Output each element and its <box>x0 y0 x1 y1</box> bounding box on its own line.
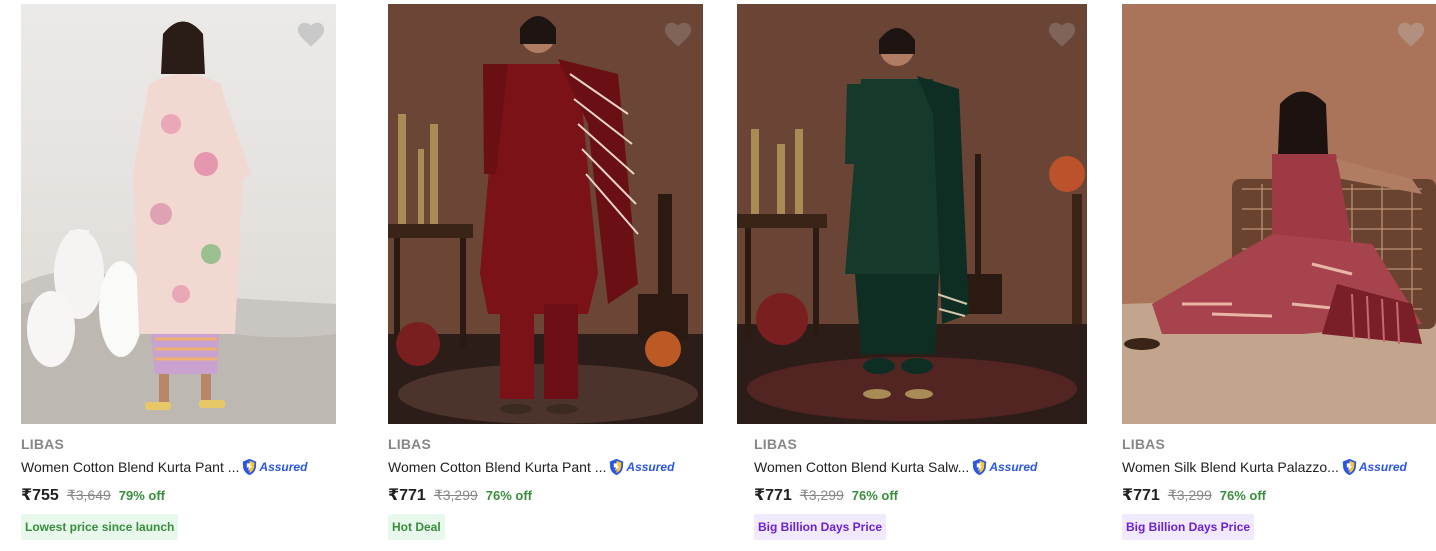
discount-percent: 76% off <box>485 488 533 503</box>
assured-label: Assured <box>1358 460 1407 474</box>
selling-price: ₹771 <box>1122 487 1160 504</box>
product-card[interactable]: LIBAS Women Cotton Blend Kurta Pant ... … <box>21 4 336 540</box>
wishlist-heart-icon[interactable] <box>296 20 326 48</box>
product-title[interactable]: Women Cotton Blend Kurta Pant ... <box>388 457 606 477</box>
original-price: ₹3,649 <box>66 487 111 503</box>
product-title[interactable]: Women Cotton Blend Kurta Pant ... <box>21 457 239 477</box>
assured-label: Assured <box>989 460 1038 474</box>
product-brand: LIBAS <box>388 436 431 452</box>
title-row: Women Silk Blend Kurta Palazzo... Assure… <box>1122 457 1436 477</box>
product-image[interactable] <box>388 4 703 424</box>
wishlist-heart-icon[interactable] <box>663 20 693 48</box>
discount-percent: 76% off <box>851 488 899 503</box>
product-photo <box>1122 4 1436 424</box>
price-row: ₹771 ₹3,299 76% off <box>388 485 708 505</box>
assured-shield-icon <box>973 458 987 476</box>
product-photo <box>21 4 336 424</box>
deal-tag: Big Billion Days Price <box>754 514 887 540</box>
price-row: ₹755 ₹3,649 79% off <box>21 485 341 505</box>
original-price: ₹3,299 <box>1167 487 1212 503</box>
product-info: LIBAS Women Cotton Blend Kurta Pant ... … <box>388 435 708 540</box>
wishlist-heart-icon[interactable] <box>1047 20 1077 48</box>
product-card[interactable]: LIBAS Women Cotton Blend Kurta Salw... A… <box>737 4 1087 540</box>
product-image[interactable] <box>1122 4 1436 424</box>
product-card[interactable]: LIBAS Women Cotton Blend Kurta Pant ... … <box>388 4 703 540</box>
assured-label: Assured <box>259 460 308 474</box>
selling-price: ₹755 <box>21 487 59 504</box>
assured-badge: Assured <box>241 458 307 476</box>
original-price: ₹3,299 <box>799 487 844 503</box>
assured-shield-icon <box>610 458 624 476</box>
product-title[interactable]: Women Silk Blend Kurta Palazzo... <box>1122 457 1339 477</box>
title-row: Women Cotton Blend Kurta Pant ... Assure… <box>21 457 341 477</box>
assured-shield-icon <box>243 458 257 476</box>
product-title[interactable]: Women Cotton Blend Kurta Salw... <box>754 457 969 477</box>
original-price: ₹3,299 <box>433 487 478 503</box>
assured-badge: Assured <box>1341 458 1407 476</box>
product-photo <box>737 4 1087 424</box>
price-row: ₹771 ₹3,299 76% off <box>754 485 1074 505</box>
assured-label: Assured <box>626 460 675 474</box>
wishlist-heart-icon[interactable] <box>1396 20 1426 48</box>
title-row: Women Cotton Blend Kurta Pant ... Assure… <box>388 457 708 477</box>
product-info: LIBAS Women Cotton Blend Kurta Pant ... … <box>21 435 341 540</box>
assured-badge: Assured <box>971 458 1037 476</box>
title-row: Women Cotton Blend Kurta Salw... Assured <box>754 457 1074 477</box>
product-brand: LIBAS <box>1122 436 1165 452</box>
product-info: LIBAS Women Cotton Blend Kurta Salw... A… <box>754 435 1074 540</box>
assured-badge: Assured <box>608 458 674 476</box>
selling-price: ₹771 <box>388 487 426 504</box>
price-row: ₹771 ₹3,299 76% off <box>1122 485 1436 505</box>
discount-percent: 76% off <box>1219 488 1267 503</box>
deal-tag: Lowest price since launch <box>21 514 179 540</box>
product-photo <box>388 4 703 424</box>
product-info: LIBAS Women Silk Blend Kurta Palazzo... … <box>1122 435 1436 540</box>
product-image[interactable] <box>737 4 1087 424</box>
product-brand: LIBAS <box>21 436 64 452</box>
deal-tag: Big Billion Days Price <box>1122 514 1255 540</box>
selling-price: ₹771 <box>754 487 792 504</box>
assured-shield-icon <box>1342 458 1357 476</box>
discount-percent: 79% off <box>118 488 166 503</box>
deal-tag: Hot Deal <box>388 514 445 540</box>
product-brand: LIBAS <box>754 436 797 452</box>
product-card[interactable]: LIBAS Women Silk Blend Kurta Palazzo... … <box>1122 4 1436 540</box>
product-image[interactable] <box>21 4 336 424</box>
